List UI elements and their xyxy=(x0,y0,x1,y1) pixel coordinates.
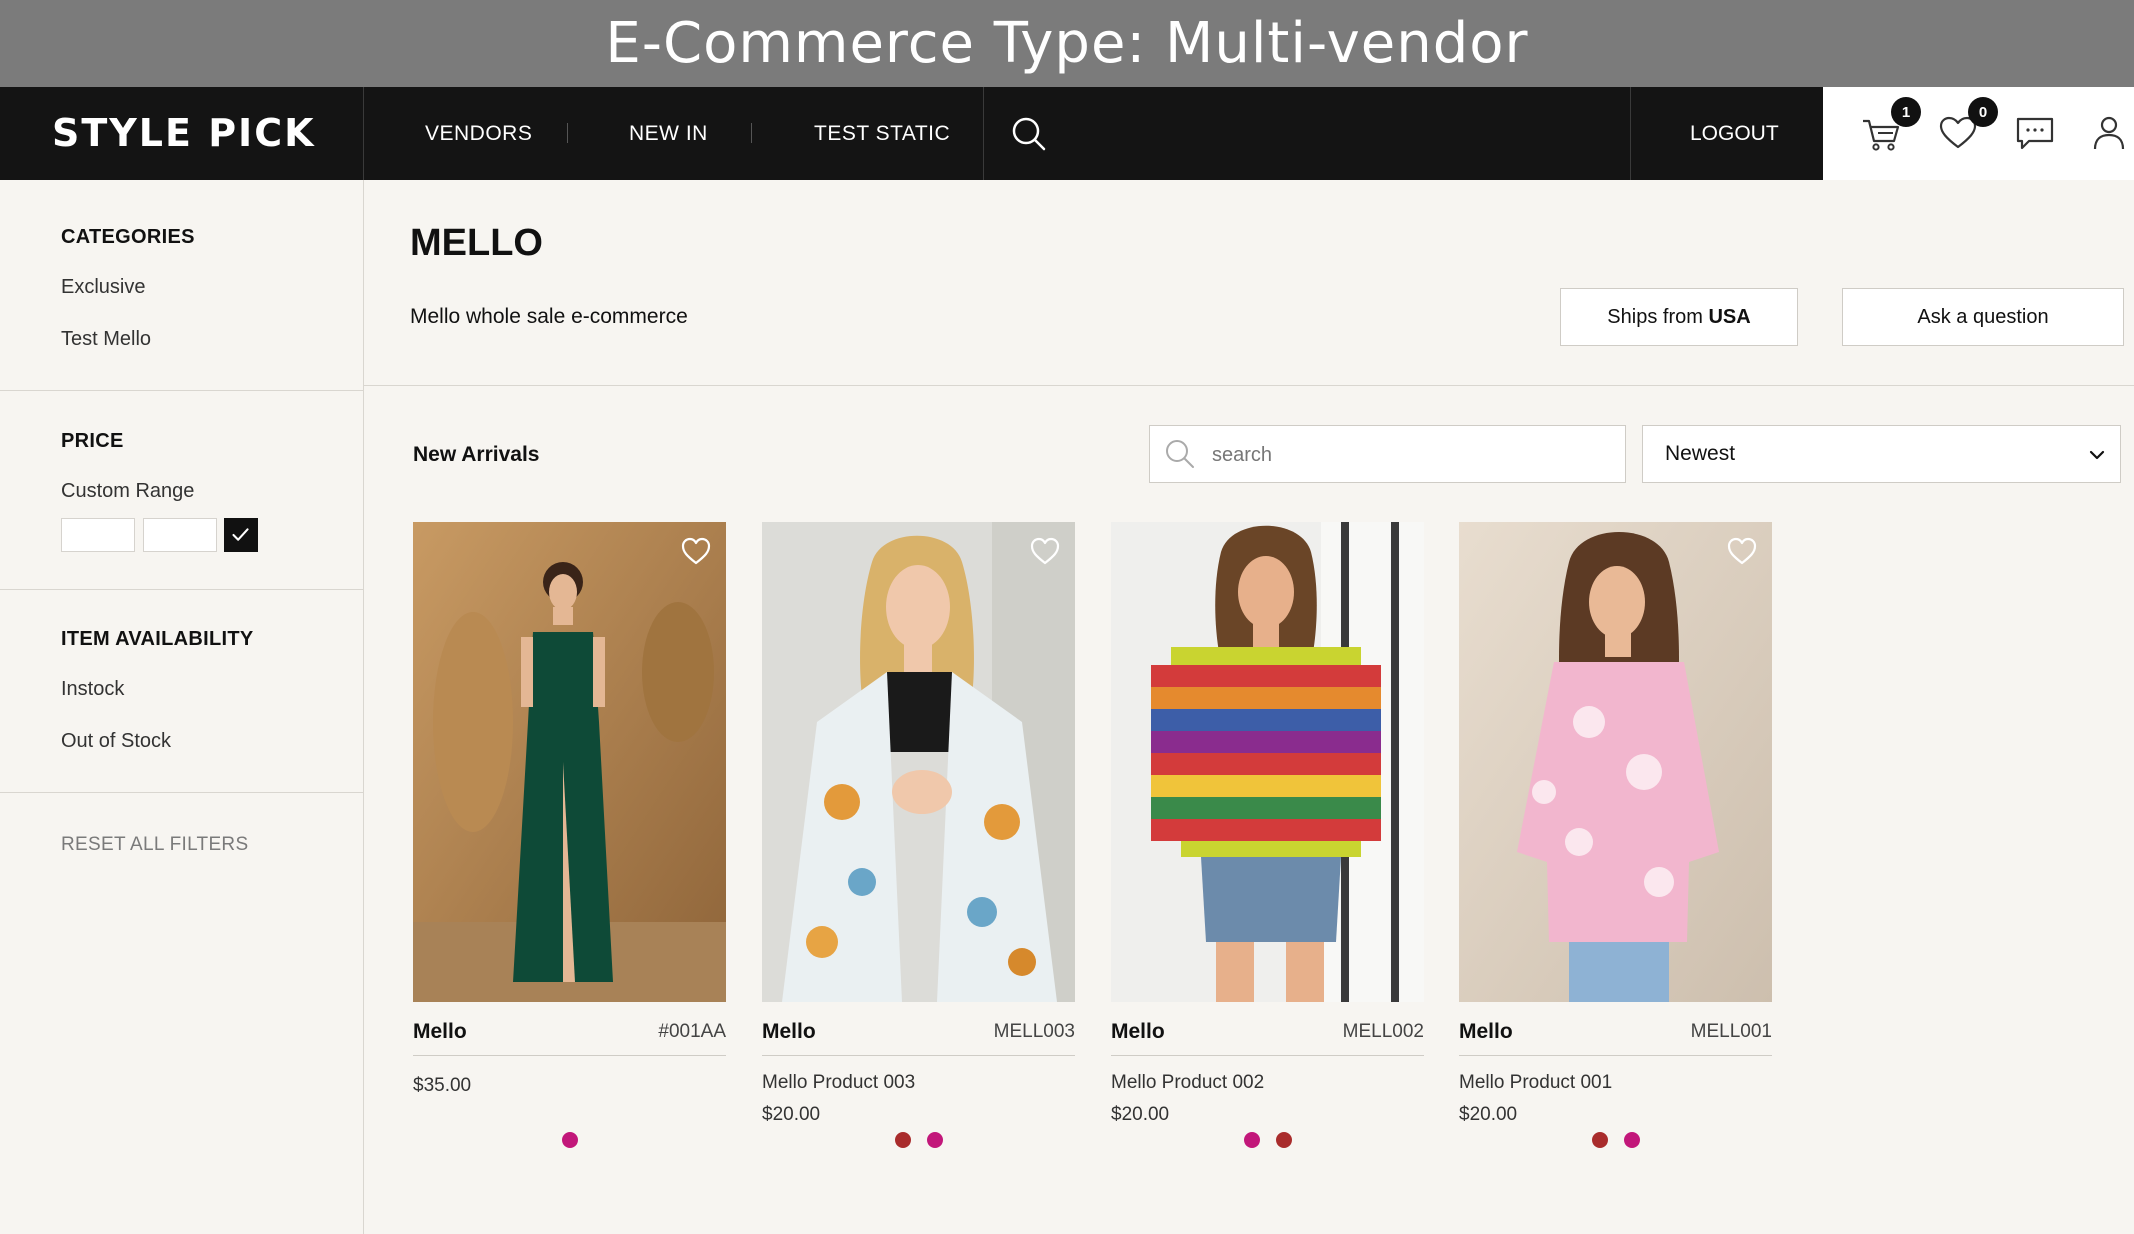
cart-count-badge: 1 xyxy=(1891,97,1921,127)
sort-value: Newest xyxy=(1665,442,1736,465)
nav-item-new-in[interactable]: NEW IN xyxy=(629,87,708,180)
ships-from-button[interactable]: Ships from USA xyxy=(1560,288,1798,346)
nav-item-vendors[interactable]: VENDORS xyxy=(425,87,532,180)
category-item-exclusive[interactable]: Exclusive xyxy=(61,276,145,299)
nav-separator xyxy=(751,123,752,143)
color-swatches xyxy=(1459,1132,1772,1148)
ships-from-country: USA xyxy=(1708,305,1751,328)
color-swatch-magenta[interactable] xyxy=(926,1132,943,1148)
chat-icon[interactable] xyxy=(2013,111,2057,155)
logout-link[interactable]: LOGOUT xyxy=(1690,87,1779,180)
product-sku: #001AA xyxy=(658,1021,726,1042)
product-photo-green-dress xyxy=(413,522,726,1002)
category-item-test-mello[interactable]: Test Mello xyxy=(61,328,151,351)
custom-range-label: Custom Range xyxy=(61,480,195,502)
checkmark-icon xyxy=(232,528,249,541)
product-price: $20.00 xyxy=(1459,1104,1518,1125)
ships-from-label: Ships from xyxy=(1607,305,1709,328)
product-image[interactable] xyxy=(762,522,1075,1002)
sort-select[interactable]: Newest xyxy=(1642,425,2121,483)
reset-filters-link[interactable]: RESET ALL FILTERS xyxy=(61,834,248,856)
store-description: Mello whole sale e-commerce xyxy=(410,305,688,328)
wishlist-heart-icon[interactable] xyxy=(1726,536,1758,566)
product-brand: Mello xyxy=(762,1020,816,1043)
header-icon-panel: 1 0 xyxy=(1823,87,2134,180)
color-swatches xyxy=(413,1132,726,1148)
search-icon[interactable] xyxy=(1010,115,1048,153)
product-photo-pink-top xyxy=(1459,522,1772,1002)
sidebar-divider xyxy=(0,589,363,590)
product-image[interactable] xyxy=(1459,522,1772,1002)
product-brand: Mello xyxy=(1111,1020,1165,1043)
card-divider xyxy=(762,1055,1075,1056)
filter-sidebar: CATEGORIES Exclusive Test Mello PRICE Cu… xyxy=(0,180,364,1234)
price-min-input[interactable] xyxy=(61,518,135,552)
availability-item-instock[interactable]: Instock xyxy=(61,678,124,701)
product-image[interactable] xyxy=(413,522,726,1002)
main-divider xyxy=(363,385,2134,386)
chevron-down-icon xyxy=(2089,450,2105,460)
product-brand: Mello xyxy=(413,1020,467,1043)
nav-divider xyxy=(363,87,364,180)
product-photo-striped-sweater xyxy=(1111,522,1424,1002)
product-sku: MELL003 xyxy=(993,1021,1075,1042)
availability-heading: ITEM AVAILABILITY xyxy=(61,628,254,650)
price-max-input[interactable] xyxy=(143,518,217,552)
store-logo[interactable]: STYLE PICK xyxy=(52,87,316,180)
product-search-box xyxy=(1149,425,1626,484)
product-photo-floral-kimono xyxy=(762,522,1075,1002)
product-brand: Mello xyxy=(1459,1020,1513,1043)
product-sku: MELL001 xyxy=(1690,1021,1772,1042)
ask-question-button[interactable]: Ask a question xyxy=(1842,288,2124,346)
section-title: New Arrivals xyxy=(413,443,540,466)
color-swatch-maroon[interactable] xyxy=(1275,1132,1292,1148)
product-image[interactable] xyxy=(1111,522,1424,1002)
store-title: MELLO xyxy=(410,222,543,264)
color-swatch-maroon[interactable] xyxy=(1591,1132,1608,1148)
nav-item-test-static[interactable]: TEST STATIC xyxy=(814,87,950,180)
search-icon xyxy=(1166,440,1194,468)
color-swatch-magenta[interactable] xyxy=(1243,1132,1260,1148)
nav-divider xyxy=(983,87,984,180)
product-name[interactable]: Mello Product 003 xyxy=(762,1072,915,1094)
wishlist-count-badge: 0 xyxy=(1968,97,1998,127)
product-name[interactable]: Mello Product 002 xyxy=(1111,1072,1264,1094)
wishlist-heart-icon[interactable] xyxy=(1029,536,1061,566)
color-swatches xyxy=(762,1132,1075,1148)
sidebar-divider xyxy=(0,792,363,793)
product-price: $20.00 xyxy=(762,1104,821,1125)
product-search-input[interactable] xyxy=(1210,426,1614,484)
wishlist-heart-icon[interactable] xyxy=(680,536,712,566)
color-swatch-magenta[interactable] xyxy=(561,1132,578,1148)
apply-price-button[interactable] xyxy=(224,518,258,552)
product-name[interactable]: Mello Product 001 xyxy=(1459,1072,1612,1094)
top-navigation: STYLE PICK VENDORS NEW IN TEST STATIC LO… xyxy=(0,87,2134,180)
card-divider xyxy=(1459,1055,1772,1056)
page-banner-title: E-Commerce Type: Multi-vendor xyxy=(0,0,2134,87)
user-icon[interactable] xyxy=(2087,111,2131,155)
card-divider xyxy=(413,1055,726,1056)
color-swatches xyxy=(1111,1132,1424,1148)
color-swatch-maroon[interactable] xyxy=(894,1132,911,1148)
sidebar-divider xyxy=(0,390,363,391)
availability-item-out-of-stock[interactable]: Out of Stock xyxy=(61,730,171,753)
color-swatch-magenta[interactable] xyxy=(1623,1132,1640,1148)
categories-heading: CATEGORIES xyxy=(61,226,195,248)
card-divider xyxy=(1111,1055,1424,1056)
product-price: $20.00 xyxy=(1111,1104,1170,1125)
product-sku: MELL002 xyxy=(1342,1021,1424,1042)
price-heading: PRICE xyxy=(61,430,124,452)
nav-divider xyxy=(1630,87,1631,180)
nav-separator xyxy=(567,123,568,143)
product-price: $35.00 xyxy=(413,1075,472,1096)
